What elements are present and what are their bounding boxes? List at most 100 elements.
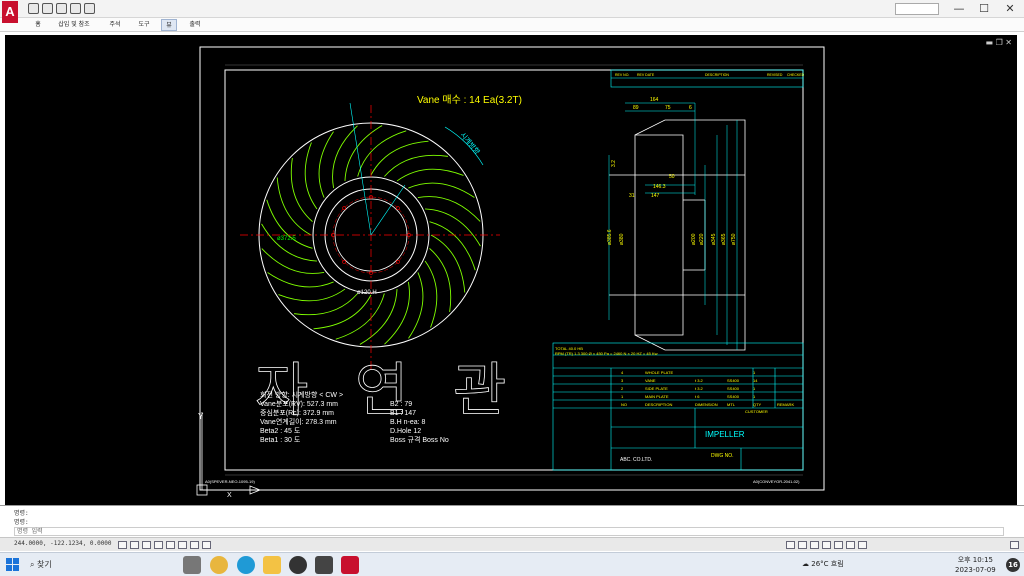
tab-annotate[interactable]: 주석 bbox=[104, 19, 126, 31]
save-icon[interactable] bbox=[56, 3, 67, 14]
lineweight-icon[interactable] bbox=[190, 541, 199, 549]
side-dim-mid: 31 bbox=[629, 193, 635, 199]
hardware-accel-icon[interactable] bbox=[846, 541, 855, 549]
minimize-button[interactable]: — bbox=[945, 0, 973, 18]
ribbon-tabs: 홈 삽입 및 참조 주석 도구 뷰 출력 bbox=[0, 18, 1024, 32]
vane-blade bbox=[261, 223, 317, 262]
grid-icon[interactable] bbox=[130, 541, 139, 549]
vane-blade bbox=[359, 289, 398, 345]
clock[interactable]: 오후 10:15 2023-07-09 bbox=[955, 555, 996, 575]
file-explorer-icon[interactable] bbox=[263, 556, 281, 574]
cloud-icon: ☁ bbox=[802, 560, 812, 568]
tab-home[interactable]: 홈 bbox=[30, 19, 46, 31]
ortho-icon[interactable] bbox=[154, 541, 163, 549]
rotation-label: 시계방향 bbox=[458, 131, 482, 157]
side-dim-mid: 147 bbox=[651, 193, 660, 199]
rev-header-3: REVISED bbox=[767, 73, 783, 77]
tab-output[interactable]: 출력 bbox=[184, 19, 206, 31]
bolt-hole bbox=[395, 206, 400, 211]
transparency-icon[interactable] bbox=[202, 541, 211, 549]
annotation-scale-icon[interactable] bbox=[798, 541, 807, 549]
taskbar-search[interactable]: ⌕ 찾기 bbox=[30, 557, 150, 573]
edge-icon[interactable] bbox=[237, 556, 255, 574]
side-vertical-dim: ø220 bbox=[699, 233, 705, 245]
side-vertical-dim: ø380 bbox=[619, 233, 625, 245]
weather-widget[interactable]: ☁ 26°C 흐림 bbox=[802, 559, 844, 569]
side-dim-mid: 50 bbox=[669, 174, 675, 180]
windows-taskbar: ⌕ 찾기 ☁ 26°C 흐림 오후 10:15 2023-07-09 16 bbox=[0, 552, 1024, 576]
customer-label: CUSTOMER bbox=[745, 409, 768, 414]
clock-time: 오후 10:15 bbox=[957, 556, 993, 564]
tab-tools[interactable]: 도구 bbox=[133, 19, 155, 31]
osnap-icon[interactable] bbox=[178, 541, 187, 549]
notification-badge[interactable]: 16 bbox=[1006, 558, 1020, 572]
spec-left-line: Beta1 : 30 도 bbox=[260, 436, 301, 444]
bolt-hole bbox=[342, 259, 347, 264]
clean-screen-icon[interactable] bbox=[858, 541, 867, 549]
title-bar: A — ☐ ✕ bbox=[0, 0, 1024, 23]
parts-header-cell: QTY bbox=[753, 402, 762, 407]
customize-icon[interactable] bbox=[1010, 541, 1019, 549]
status-bar: 244.0000, -122.1234, 0.0000 bbox=[0, 537, 1024, 551]
command-history-line: 명령: bbox=[14, 519, 29, 526]
parts-header-cell: DIMENSION bbox=[695, 402, 718, 407]
help-search-input[interactable] bbox=[895, 3, 939, 15]
autocad-window: A — ☐ ✕ 홈 삽입 및 참조 주석 도구 뷰 출력 ▬ ❐ ✕ REV N… bbox=[0, 0, 1024, 576]
vane-blade bbox=[396, 168, 464, 182]
maximize-button[interactable]: ☐ bbox=[970, 0, 998, 18]
workspace-icon[interactable] bbox=[786, 541, 795, 549]
vane-blade bbox=[408, 182, 475, 198]
rev-header-0: REV NO. bbox=[615, 73, 629, 77]
parts-cell: SS400 bbox=[727, 378, 740, 383]
side-vertical-dim: ø200 bbox=[691, 233, 697, 245]
drawing-title: IMPELLER bbox=[705, 430, 745, 439]
parts-cell: 1 bbox=[621, 394, 624, 399]
side-dimensions bbox=[608, 102, 738, 350]
close-button[interactable]: ✕ bbox=[996, 0, 1024, 18]
settings-icon[interactable] bbox=[822, 541, 831, 549]
model-space-icon[interactable] bbox=[118, 541, 127, 549]
vane-blade bbox=[294, 293, 358, 316]
parts-cell: SS400 bbox=[727, 394, 740, 399]
vane-blade bbox=[318, 131, 334, 198]
ucs-icon: Y X bbox=[196, 412, 262, 499]
parts-cell: t 3.2 bbox=[695, 386, 704, 391]
vane-blade bbox=[267, 272, 334, 288]
windows-start-icon[interactable] bbox=[6, 558, 20, 572]
vane-blade bbox=[370, 140, 429, 176]
snap-icon[interactable] bbox=[142, 541, 151, 549]
footer-right: A0(CONVEYOR-2041-02) bbox=[753, 479, 800, 484]
new-file-icon[interactable] bbox=[28, 3, 39, 14]
tab-view[interactable]: 뷰 bbox=[161, 19, 177, 31]
svg-text:Y: Y bbox=[198, 412, 204, 421]
drawing-canvas[interactable]: ▬ ❐ ✕ REV NO. REV DATE DESCRIPTION REVIS… bbox=[5, 35, 1017, 505]
parts-cell: WHOLE PLATE bbox=[645, 370, 673, 375]
polar-icon[interactable] bbox=[166, 541, 175, 549]
side-dim-top: 75 bbox=[665, 105, 671, 111]
autocad-logo-icon[interactable]: A bbox=[2, 1, 18, 23]
chrome-icon[interactable] bbox=[210, 556, 228, 574]
autocad-taskbar-icon[interactable] bbox=[341, 556, 359, 574]
command-input[interactable]: 명령 입력 bbox=[14, 527, 1004, 536]
open-file-icon[interactable] bbox=[42, 3, 53, 14]
command-history-line: 명령: bbox=[14, 510, 29, 517]
undo-icon[interactable] bbox=[84, 3, 95, 14]
clock-date: 2023-07-09 bbox=[955, 566, 996, 574]
spec-right-line: D.Hole 12 bbox=[390, 428, 421, 435]
task-view-icon[interactable] bbox=[183, 556, 201, 574]
isolate-icon[interactable] bbox=[834, 541, 843, 549]
terminal-icon[interactable] bbox=[315, 556, 333, 574]
parts-cell: 1 bbox=[753, 370, 756, 375]
parts-cell: t 6 bbox=[695, 394, 700, 399]
tab-insert-reference[interactable]: 삽입 및 참조 bbox=[52, 19, 96, 31]
side-vertical-dim: ø385.6 bbox=[607, 229, 613, 245]
vane-blade bbox=[408, 272, 424, 339]
vane-title: Vane 매수 : 14 Ea(3.2T) bbox=[417, 94, 522, 106]
plot-icon[interactable] bbox=[70, 3, 81, 14]
annotation-visibility-icon[interactable] bbox=[810, 541, 819, 549]
title-block bbox=[552, 342, 804, 471]
parts-header-cell: REMARK bbox=[777, 402, 794, 407]
side-vertical-dim: ø345 bbox=[711, 233, 717, 245]
app-icon[interactable] bbox=[289, 556, 307, 574]
rev-header-2: DESCRIPTION bbox=[705, 73, 729, 77]
